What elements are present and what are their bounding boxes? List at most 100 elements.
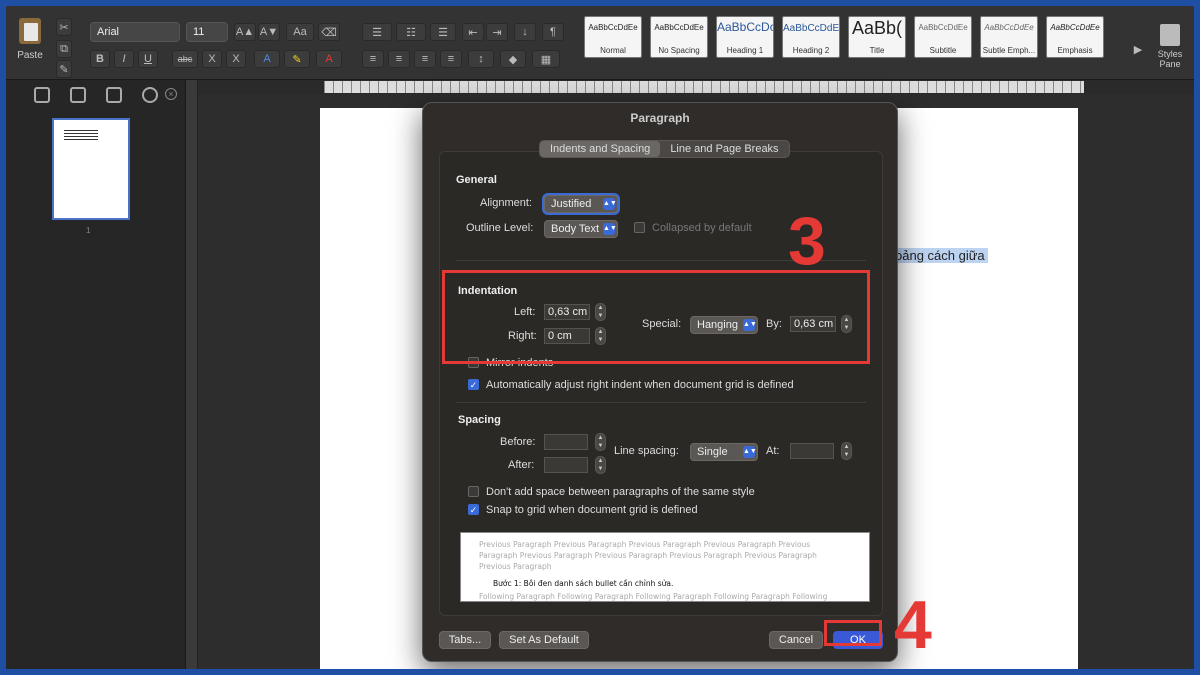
borders-icon[interactable]: ▦ (532, 50, 560, 68)
general-heading: General (456, 174, 497, 186)
chevron-updown-icon: ▲▼ (603, 223, 617, 235)
align-right-icon[interactable]: ≡ (414, 50, 436, 68)
paste-label: Paste (17, 50, 43, 61)
edit-icon[interactable] (106, 87, 122, 103)
underline-button[interactable]: U (138, 50, 158, 68)
after-field[interactable] (544, 457, 588, 473)
multilevel-list-icon[interactable]: ☰ (430, 23, 456, 41)
ribbon: Paste ✂ ⧉ ✎ Arial 11 A▲ A▼ Aa ⌫ B I U ab… (6, 6, 1194, 80)
step-3-label: 3 (788, 203, 826, 279)
spacing-heading: Spacing (458, 414, 501, 426)
font-name-select[interactable]: Arial (90, 22, 180, 42)
style-heading-2[interactable]: AaBbCcDdE Heading 2 (782, 16, 840, 58)
subscript-button[interactable]: X (202, 50, 222, 68)
nav-tabs (6, 80, 185, 110)
text-effects-icon[interactable]: A (254, 50, 280, 68)
preview-following-line: Following Paragraph Following Paragraph … (479, 592, 828, 601)
before-stepper[interactable]: ▲ ▼ (595, 433, 606, 451)
outline-icon[interactable] (70, 87, 86, 103)
justify-icon[interactable]: ≡ (440, 50, 462, 68)
style-subtitle[interactable]: AaBbCcDdEe Subtitle (914, 16, 972, 58)
after-stepper[interactable]: ▲ ▼ (595, 456, 606, 474)
selected-text[interactable]: oảng cách giữa (892, 248, 988, 263)
preview-current-paragraph: Bước 1: Bôi đen danh sách bullet cần chỉ… (493, 579, 674, 588)
preview-previous-line: Paragraph Previous Paragraph Previous Pa… (479, 551, 817, 560)
change-case-icon[interactable]: Aa (286, 23, 314, 41)
styles-pane-label: Styles Pane (1157, 49, 1183, 69)
bullets-icon[interactable]: ☰ (362, 23, 392, 41)
increase-indent-icon[interactable]: ⇥ (486, 23, 508, 41)
line-spacing-icon[interactable]: ↕ (468, 50, 494, 68)
chevron-updown-icon: ▲▼ (743, 446, 757, 458)
preview-previous-line: Previous Paragraph (479, 562, 552, 571)
font-color-icon[interactable]: A (316, 50, 342, 68)
collapsed-checkbox[interactable] (634, 222, 645, 233)
paste-button[interactable]: Paste (12, 18, 48, 76)
styles-pane-button[interactable]: Styles Pane (1150, 24, 1190, 69)
tab-line-and-page-breaks[interactable]: Line and Page Breaks (660, 141, 788, 157)
ruler-scale (324, 81, 1084, 93)
outline-level-select[interactable]: Body Text ▲▼ (544, 220, 618, 238)
vertical-ruler (186, 80, 198, 669)
paragraph-preview: Previous Paragraph Previous Paragraph Pr… (460, 532, 870, 602)
thumbnails-icon[interactable] (34, 87, 50, 103)
cut-icon[interactable]: ✂ (56, 18, 72, 36)
copy-icon[interactable]: ⧉ (56, 40, 72, 58)
bold-button[interactable]: B (90, 50, 110, 68)
close-pane-icon[interactable]: × (165, 88, 177, 100)
align-left-icon[interactable]: ≡ (362, 50, 384, 68)
shading-icon[interactable]: ◆ (500, 50, 526, 68)
line-spacing-value: Single (697, 446, 728, 458)
shrink-font-icon[interactable]: A▼ (258, 23, 280, 41)
before-label: Before: (500, 436, 536, 448)
style-emphasis[interactable]: AaBbCcDdEe Emphasis (1046, 16, 1104, 58)
step-4-label: 4 (894, 587, 932, 663)
before-field[interactable] (544, 434, 588, 450)
alignment-value: Justified (551, 198, 592, 210)
numbering-icon[interactable]: ☷ (396, 23, 426, 41)
tab-indents-and-spacing[interactable]: Indents and Spacing (540, 141, 661, 157)
strikethrough-button[interactable]: abc (172, 50, 198, 68)
font-size-select[interactable]: 11 (186, 22, 228, 42)
clipboard-icon (19, 18, 41, 44)
align-center-icon[interactable]: ≡ (388, 50, 410, 68)
collapsed-label: Collapsed by default (652, 222, 752, 234)
style-title[interactable]: AaBb(Title (848, 16, 906, 58)
styles-more-icon[interactable]: ▶ (1132, 40, 1144, 58)
at-stepper[interactable]: ▲ ▼ (841, 442, 852, 460)
dont-add-space-checkbox[interactable] (468, 486, 479, 497)
cancel-button[interactable]: Cancel (769, 631, 823, 649)
pilcrow-icon[interactable]: ¶ (542, 23, 564, 41)
decrease-indent-icon[interactable]: ⇤ (462, 23, 484, 41)
superscript-button[interactable]: X (226, 50, 246, 68)
search-icon[interactable] (142, 87, 158, 103)
dont-add-space-label: Don't add space between paragraphs of th… (486, 486, 755, 498)
grow-font-icon[interactable]: A▲ (234, 23, 256, 41)
style-no-spacing[interactable]: AaBbCcDdEe No Spacing (650, 16, 708, 58)
style-heading-1[interactable]: AaBbCcDc Heading 1 (716, 16, 774, 58)
tabs-button[interactable]: Tabs... (439, 631, 491, 649)
at-label: At: (766, 445, 780, 457)
indentation-highlight-box (442, 270, 870, 364)
sort-icon[interactable]: ↓ (514, 23, 536, 41)
line-spacing-select[interactable]: Single ▲▼ (690, 443, 758, 461)
alignment-select[interactable]: Justified ▲▼ (544, 195, 618, 213)
style-normal[interactable]: AaBbCcDdEe Normal (584, 16, 642, 58)
clear-format-icon[interactable]: ⌫ (318, 23, 340, 41)
snap-to-grid-checkbox[interactable]: ✓ (468, 504, 479, 515)
auto-adjust-checkbox[interactable]: ✓ (468, 379, 479, 390)
styles-pane-icon (1160, 24, 1180, 46)
style-subtle-emphasis[interactable]: AaBbCcDdEe Subtle Emph... (980, 16, 1038, 58)
set-as-default-button[interactable]: Set As Default (499, 631, 589, 649)
ok-highlight-box (824, 620, 882, 646)
dialog-title: Paragraph (630, 111, 690, 125)
line-spacing-label: Line spacing: (614, 445, 679, 457)
styles-gallery: AaBbCcDdEe Normal AaBbCcDdEe No Spacing Aa… (584, 16, 1104, 74)
preview-previous-line: Previous Paragraph Previous Paragraph Pr… (479, 540, 811, 549)
after-label: After: (508, 459, 535, 471)
italic-button[interactable]: I (114, 50, 134, 68)
highlight-icon[interactable]: ✎ (284, 50, 310, 68)
format-painter-icon[interactable]: ✎ (56, 60, 72, 78)
at-field[interactable] (790, 443, 834, 459)
page-thumbnail[interactable] (52, 118, 130, 220)
